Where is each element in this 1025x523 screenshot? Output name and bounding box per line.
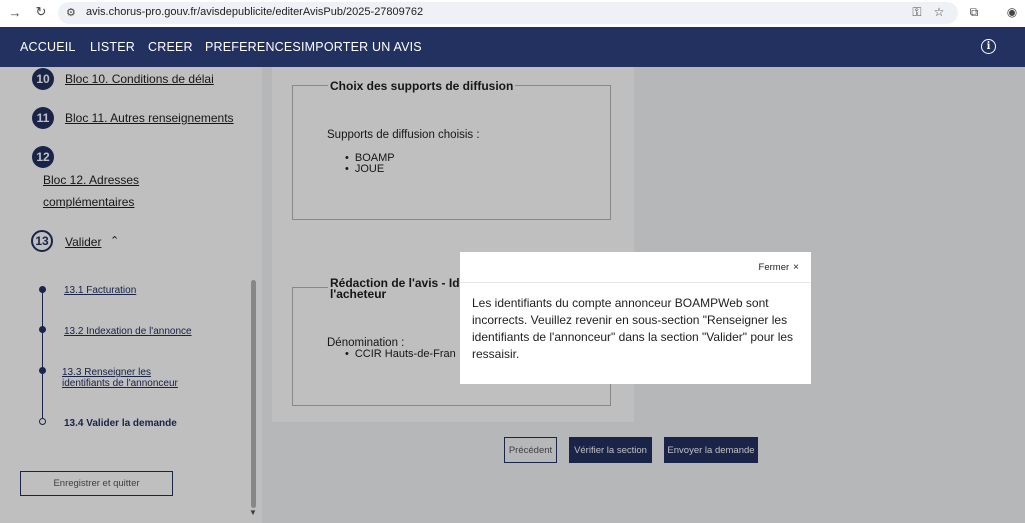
nav-lister[interactable]: LISTER [90,40,135,54]
extensions-icon[interactable]: ⧉ [966,4,982,20]
nav-accueil[interactable]: ACCUEIL [20,40,76,54]
nav-preferences[interactable]: PREFERENCES [205,40,301,54]
browser-toolbar: → ↻ ⚙ avis.chorus-pro.gouv.fr/avisdepubl… [0,0,1025,26]
site-settings-icon[interactable]: ⚙ [66,6,80,20]
nav-importer-avis[interactable]: IMPORTER UN AVIS [301,40,422,54]
url-text: avis.chorus-pro.gouv.fr/avisdepublicite/… [86,6,424,18]
modal-message: Les identifiants du compte annonceur BOA… [472,296,794,361]
modal-close-button[interactable]: Fermer × [759,262,799,273]
error-modal: Fermer × Les identifiants du compte anno… [460,252,811,384]
star-icon[interactable]: ☆ [931,4,947,20]
reload-icon[interactable]: ↻ [34,4,48,19]
address-bar[interactable]: ⚙ avis.chorus-pro.gouv.fr/avisdepublicit… [58,2,958,24]
modal-divider [460,282,811,283]
app-header: ACCUEIL LISTER CREER PREFERENCES IMPORTE… [0,27,1025,67]
nav-creer[interactable]: CREER [148,40,193,54]
back-arrow-icon[interactable]: → [8,5,22,20]
key-icon[interactable]: ⚿ [909,4,925,20]
info-icon[interactable]: i [981,39,996,54]
profile-icon[interactable]: ◉ [1004,4,1020,20]
modal-close-label: Fermer [758,262,790,273]
close-icon: × [793,262,799,273]
